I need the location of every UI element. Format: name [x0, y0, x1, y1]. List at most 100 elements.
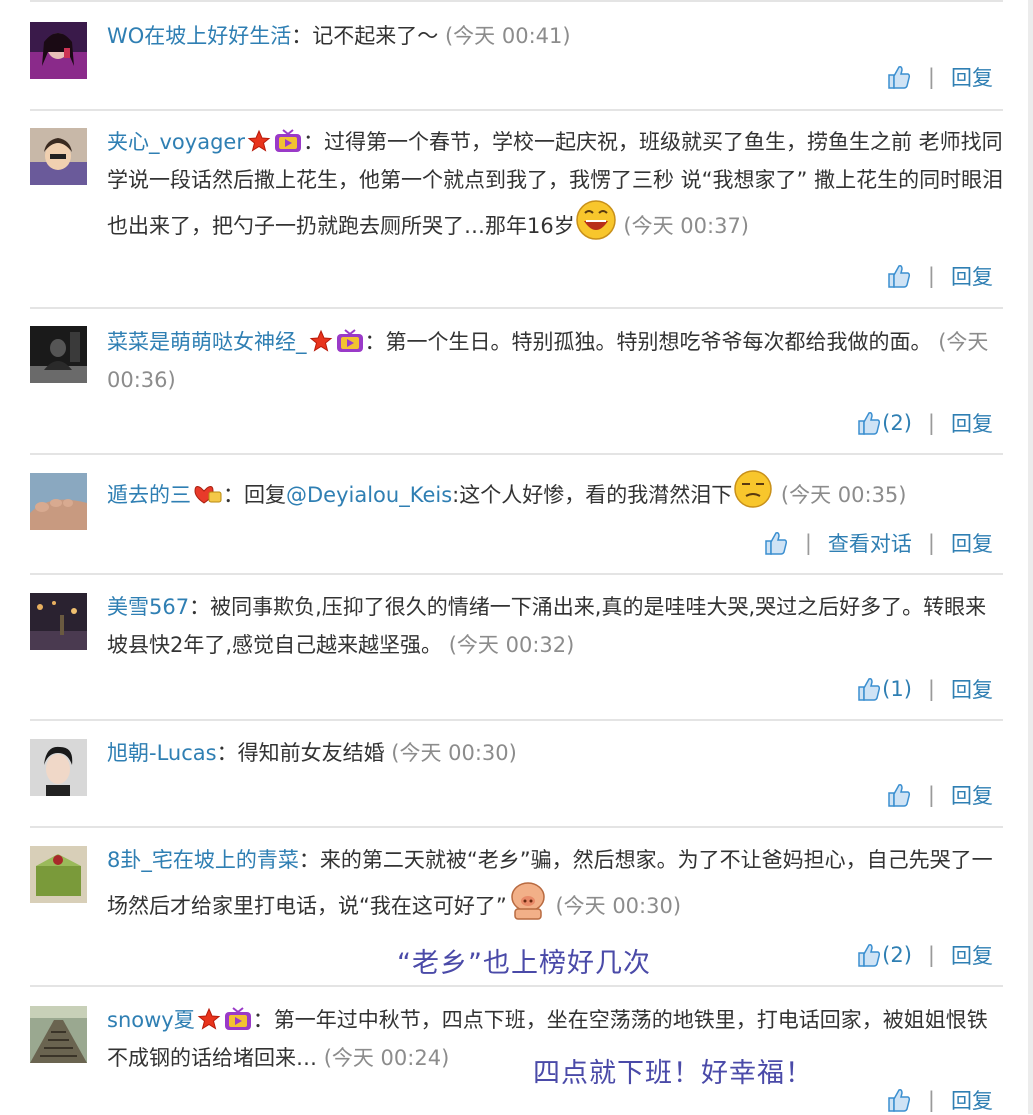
comment-text: 夹心_voyager ：过得第一个春节，学校一起庆祝，班级就买了鱼生，捞鱼生之前 …	[107, 123, 1005, 245]
timestamp: (今天 00:37)	[623, 214, 750, 238]
like-button[interactable]	[886, 263, 912, 289]
avatar[interactable]	[30, 128, 87, 185]
like-count: (2)	[882, 943, 912, 967]
comment-text: 菜菜是萌萌哒女神经_ ：第一个生日。特别孤独。特别想吃爷爷每次都给我做的面。 (今…	[107, 329, 989, 392]
reply-link[interactable]: 回复	[951, 940, 993, 970]
separator: |	[927, 531, 935, 555]
comment-actions: | 查看对话 | 回复	[763, 528, 993, 558]
pig-face-emoji-icon	[511, 882, 545, 920]
separator: |	[804, 531, 812, 555]
avatar[interactable]	[30, 593, 87, 650]
comment-text: 8卦_宅在坡上的青菜：来的第二天就被“老乡”骗，然后想家。为了不让爸妈担心，自己…	[107, 841, 1005, 925]
tv-icon	[224, 1007, 251, 1030]
timestamp: (今天 00:41)	[444, 24, 571, 48]
comment-body: 得知前女友结婚	[237, 741, 385, 765]
avatar[interactable]	[30, 739, 87, 796]
reply-link[interactable]: 回复	[951, 780, 993, 810]
view-conversation-link[interactable]: 查看对话	[828, 528, 912, 558]
reply-link[interactable]: 回复	[951, 528, 993, 558]
avatar[interactable]	[30, 846, 87, 903]
timestamp: (今天 00:30)	[555, 894, 682, 918]
separator: |	[927, 1088, 935, 1112]
tv-icon	[274, 129, 301, 152]
annotation-overlay: “老乡”也上榜好几次	[397, 948, 651, 979]
divider	[30, 0, 1003, 2]
thumbs-up-icon	[858, 412, 881, 435]
separator: |	[927, 943, 935, 967]
username-link[interactable]: 8卦_宅在坡上的青菜	[107, 848, 299, 872]
timestamp: (今天 00:24)	[323, 1046, 450, 1070]
separator: |	[927, 677, 935, 701]
reply-link[interactable]: 回复	[951, 674, 993, 704]
like-button[interactable]	[886, 1087, 912, 1113]
divider	[30, 826, 1003, 828]
avatar[interactable]	[30, 1006, 87, 1063]
like-button[interactable]: (2)	[856, 942, 912, 968]
username-link[interactable]: 夹心_voyager	[107, 130, 245, 154]
thumbs-up-icon	[765, 532, 787, 555]
reply-link[interactable]: 回复	[951, 62, 993, 92]
divider	[30, 109, 1003, 111]
divider	[30, 307, 1003, 309]
avatar[interactable]	[30, 473, 87, 530]
like-button[interactable]	[763, 530, 789, 556]
separator: |	[927, 65, 935, 89]
thumbs-up-icon	[858, 944, 881, 967]
divider	[30, 573, 1003, 575]
divider	[30, 453, 1003, 455]
separator: |	[927, 411, 935, 435]
username-link[interactable]: WO在坡上好好生活	[107, 24, 291, 48]
thumbs-up-icon	[858, 678, 881, 701]
like-count: (1)	[882, 677, 912, 701]
like-button[interactable]	[886, 782, 912, 808]
timestamp: (今天 00:30)	[391, 741, 517, 765]
like-count: (2)	[882, 411, 912, 435]
username-link[interactable]: snowy夏	[107, 1008, 195, 1032]
username-link[interactable]: 菜菜是萌萌哒女神经_	[107, 330, 307, 354]
thumbs-up-icon	[888, 1089, 910, 1112]
comment-actions: (2) | 回复	[856, 408, 993, 438]
heart-badge-icon	[194, 486, 222, 504]
username-link[interactable]: 美雪567	[107, 595, 189, 619]
comment-text: WO在坡上好好生活：记不起来了～ (今天 00:41)	[107, 24, 571, 48]
mention-link[interactable]: @Deyialou_Keis	[286, 483, 452, 507]
comment-actions: (2) | 回复	[856, 940, 993, 970]
comment-text: 美雪567：被同事欺负,压抑了很久的情绪一下涌出来,真的是哇哇大哭,哭过之后好多…	[107, 595, 987, 657]
reply-link[interactable]: 回复	[951, 1085, 993, 1115]
divider	[30, 719, 1003, 721]
like-button[interactable]: (1)	[856, 676, 912, 702]
reply-link[interactable]: 回复	[951, 261, 993, 291]
comment-text: 旭朝-Lucas：得知前女友结婚 (今天 00:30)	[107, 741, 517, 765]
avatar[interactable]	[30, 22, 87, 79]
reply-prefix: 回复	[244, 483, 286, 507]
annotation-overlay: 四点就下班！好幸福！	[533, 1058, 813, 1089]
timestamp: (今天 00:35)	[780, 483, 907, 507]
like-button[interactable]: (2)	[856, 410, 912, 436]
separator: |	[927, 783, 935, 807]
star-icon	[197, 1007, 220, 1030]
comment-actions: | 回复	[886, 261, 993, 291]
username-link[interactable]: 旭朝-Lucas	[107, 741, 217, 765]
comment-text: 遁去的三 ：回复@Deyialou_Keis:这个人好惨，看的我潸然泪下 (今天 …	[107, 468, 1005, 514]
comment-actions: | 回复	[886, 62, 993, 92]
timestamp: (今天 00:32)	[448, 633, 575, 657]
tired-face-emoji-icon	[734, 470, 772, 508]
avatar[interactable]	[30, 326, 87, 383]
star-icon	[247, 129, 271, 152]
comment-body: 记不起来了～	[312, 24, 439, 48]
comment-body: 第一个生日。特别孤独。特别想吃爷爷每次都给我做的面。	[385, 330, 932, 354]
thumbs-up-icon	[888, 265, 910, 288]
thumbs-up-icon	[888, 66, 910, 89]
laughing-crying-emoji-icon	[575, 200, 616, 240]
comment-actions: | 回复	[886, 1085, 993, 1115]
comment-body: :这个人好惨，看的我潸然泪下	[452, 483, 733, 507]
thumbs-up-icon	[888, 784, 910, 807]
comment-actions: | 回复	[886, 780, 993, 810]
like-button[interactable]	[886, 64, 912, 90]
username-link[interactable]: 遁去的三	[107, 483, 191, 507]
divider	[30, 985, 1003, 987]
right-edge-strip	[1028, 0, 1033, 1114]
reply-link[interactable]: 回复	[951, 408, 993, 438]
separator: |	[927, 264, 935, 288]
comment-actions: (1) | 回复	[856, 674, 993, 704]
